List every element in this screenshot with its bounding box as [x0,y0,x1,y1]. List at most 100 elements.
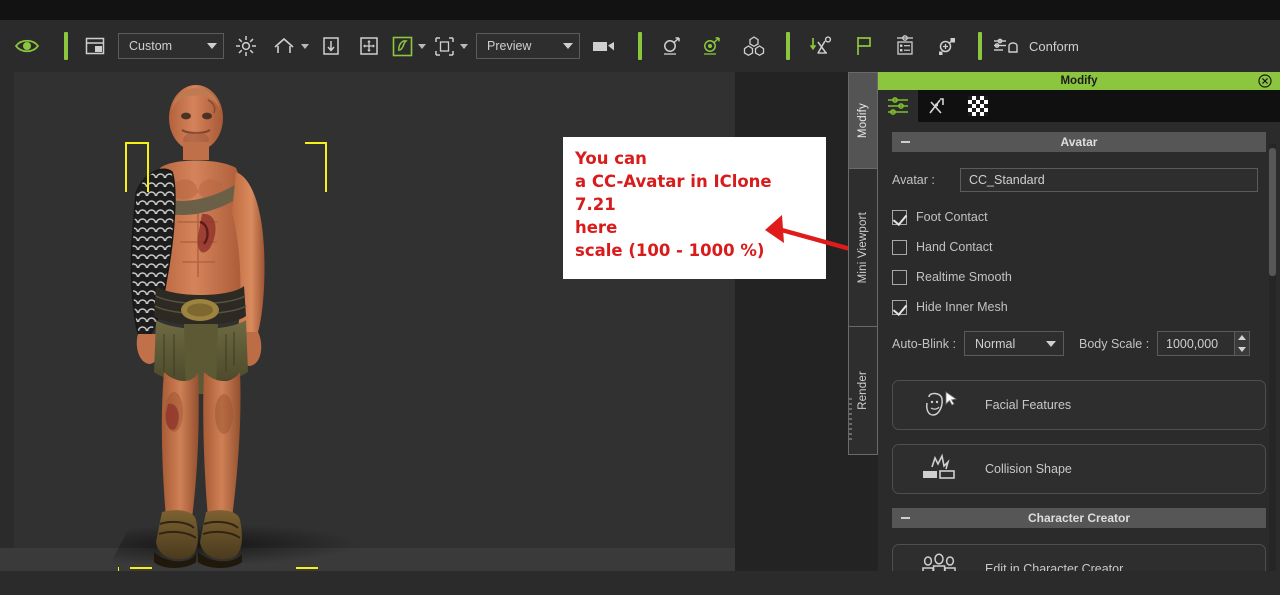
modify-panel-tabbar [878,90,1280,122]
foot-contact-label: Foot Contact [916,210,988,224]
body-scale-spin-buttons[interactable] [1234,331,1250,356]
toolbar-separator-1 [64,32,68,60]
edit-mesh-icon [392,36,413,57]
dock-drag-handle[interactable] [849,398,852,440]
viewport-left-rail [0,72,14,571]
character-creator-section-header[interactable]: Character Creator [892,508,1266,528]
attribute-tab[interactable] [878,90,918,122]
layout-preset-combo[interactable]: Custom [118,20,224,72]
blink-scale-row: Auto-Blink : Normal Body Scale : 1000,00… [892,331,1266,356]
render-mode-combo[interactable]: Preview [476,20,580,72]
body-scale-label: Body Scale : [1079,336,1150,351]
motion-list-icon [894,35,916,57]
attribute-tab-icon [888,97,908,115]
avatar-name-label: Avatar : [892,173,935,187]
chevron-down-icon [460,43,468,49]
avatar-section-title: Avatar [1060,135,1098,149]
persona-icon [661,35,683,57]
layout-panel-button[interactable] [78,20,112,72]
body-scale-increment[interactable] [1235,332,1249,344]
chevron-down-icon [563,43,573,49]
motion-import-button[interactable] [800,20,844,72]
avatar-name-row: Avatar : CC_Standard [892,168,1266,192]
layout-preset-value: Custom [129,39,173,53]
body-scale-value: 1000,000 [1166,336,1219,351]
flag-icon [854,35,874,57]
collision-shape-label: Collision Shape [985,462,1072,476]
face-cursor-icon [893,389,985,421]
facial-features-label: Facial Features [985,398,1072,412]
selection-tick-right [296,567,318,569]
camera-icon [592,39,616,53]
move-icon [359,36,379,56]
hide-inner-mesh-label: Hide Inner Mesh [916,300,1008,314]
title-strip [0,0,1280,20]
auto-blink-select[interactable]: Normal [964,331,1064,356]
selection-bracket-top-left [125,142,147,192]
motion-list-button[interactable] [884,20,926,72]
avatar-name-field[interactable]: CC_Standard [960,168,1258,192]
realtime-smooth-checkbox[interactable] [892,269,907,285]
iclone-app-window: Custom Preview Conform You can a CC-Avat… [0,0,1280,595]
body-scale-decrement[interactable] [1235,344,1249,356]
preview-eye-icon [14,37,40,55]
align-ground-button[interactable] [312,20,350,72]
look-at-button[interactable] [692,20,732,72]
facial-features-button[interactable]: Facial Features [892,380,1266,430]
close-icon[interactable] [1258,74,1272,88]
motion-tab[interactable] [918,90,958,122]
props-icon [742,35,766,57]
avatar-section-header[interactable]: Avatar [892,132,1266,152]
hide-inner-mesh-row[interactable]: Hide Inner Mesh [892,295,1266,319]
collapse-icon [901,141,910,143]
caret-up-icon [1238,335,1246,341]
preview-eye-button[interactable] [0,20,54,72]
conform-icon [992,36,1020,56]
selection-bracket-top-left-inner [147,142,149,192]
chevron-down-icon [207,43,217,49]
collision-shape-button[interactable]: Collision Shape [892,444,1266,494]
light-button[interactable] [224,20,268,72]
light-icon [235,35,257,57]
bounding-box-button[interactable] [430,20,472,72]
hand-contact-label: Hand Contact [916,240,993,254]
persona-button[interactable] [652,20,692,72]
realtime-smooth-row[interactable]: Realtime Smooth [892,265,1266,289]
avatar-character-render[interactable] [120,72,370,571]
annotation-callout: You can a CC-Avatar in IClone 7.21 here … [563,137,826,279]
conform-button[interactable]: Conform [992,20,1079,72]
sidebar-tab-modify[interactable]: Modify [848,72,878,169]
hand-contact-checkbox[interactable] [892,239,907,255]
main-toolbar: Custom Preview Conform [0,20,1280,72]
selection-tick-left [130,567,152,569]
avatar-name-value: CC_Standard [969,173,1045,187]
edit-mesh-button[interactable] [388,20,430,72]
material-tab[interactable] [958,90,998,122]
collapse-icon [901,517,910,519]
body-scale-stepper[interactable]: 1000,000 [1157,331,1250,356]
body-scale-field[interactable]: 1000,000 [1157,331,1234,356]
modify-panel: Modify Avatar Avatar: CC_Standard Foot … [878,72,1280,595]
chevron-down-icon [418,43,426,49]
camera-button[interactable] [580,20,628,72]
foot-contact-checkbox[interactable] [892,209,907,225]
collision-shape-icon [893,453,985,485]
panel-scrollbar-thumb[interactable] [1269,148,1276,276]
auto-blink-label: Auto-Blink : [892,336,956,351]
sidebar-tab-mini-viewport[interactable]: Mini Viewport [848,169,878,327]
home-button[interactable] [268,20,312,72]
hide-inner-mesh-checkbox[interactable] [892,299,907,315]
foot-contact-row[interactable]: Foot Contact [892,205,1266,229]
chevron-down-icon [1046,340,1056,347]
sidebar-tab-render[interactable]: Render [848,327,878,455]
props-button[interactable] [732,20,776,72]
attach-button[interactable] [926,20,968,72]
motion-tab-icon [929,98,944,114]
chevron-down-icon [300,43,309,49]
move-button[interactable] [350,20,388,72]
hand-contact-row[interactable]: Hand Contact [892,235,1266,259]
flag-button[interactable] [844,20,884,72]
modify-panel-header: Modify [878,72,1280,90]
realtime-smooth-label: Realtime Smooth [916,270,1012,284]
toolbar-separator-2 [638,32,642,60]
